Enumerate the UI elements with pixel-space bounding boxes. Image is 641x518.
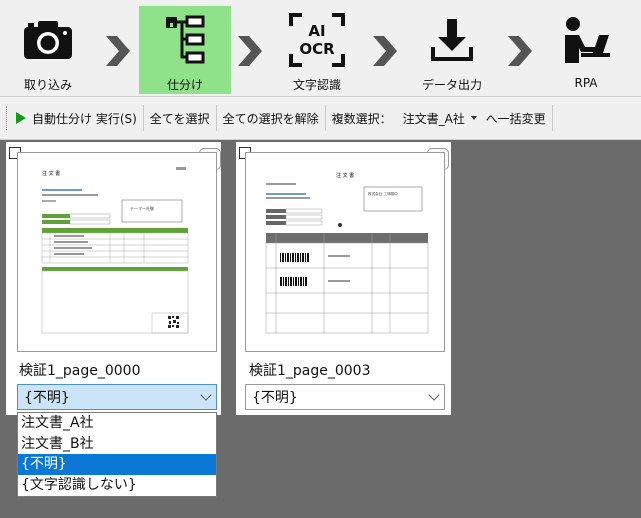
category-value: {不明}: [24, 390, 70, 406]
step-ocr[interactable]: AI OCR 文字認識: [271, 6, 363, 94]
thumb-company: 株式会社 工場御中: [368, 191, 398, 196]
ai-text: AI: [308, 21, 326, 40]
bulk-change-button[interactable]: へ一括変更: [486, 105, 552, 131]
chevron-right-icon: [373, 36, 397, 66]
person-laptop-icon: [556, 10, 616, 70]
select-all-label: 全てを選択: [149, 111, 210, 126]
ocr-text: OCR: [299, 39, 335, 58]
dropdown-option[interactable]: {不明}: [18, 454, 216, 476]
thumbnail-page: 注 文 書 株式会社 工場御中: [265, 172, 429, 334]
chevron-right-icon: [106, 36, 130, 66]
step-rpa[interactable]: RPA: [540, 6, 632, 94]
thumb-title: 注 文 書: [336, 172, 354, 179]
toolbar: 自動仕分け 実行(S) 全てを選択 全ての選択を解除 複数選択： 注文書_A社 …: [0, 97, 641, 140]
tree-sort-icon: [155, 10, 215, 70]
dropdown-option[interactable]: {文字認識しない}: [18, 475, 216, 496]
category-dropdown-list: 注文書_A社 注文書_B社 {不明} {文字認識しない}: [17, 412, 217, 497]
select-all-button[interactable]: 全てを選択: [144, 105, 216, 131]
document-card[interactable]: 注 文 書 テーマー社御 検証1_page_0000 {不明}: [6, 142, 221, 415]
chevron-down-icon: [428, 389, 440, 401]
step-import[interactable]: 取り込み: [2, 6, 94, 94]
document-thumbnail[interactable]: 注 文 書 株式会社 工場御中: [245, 152, 445, 352]
ai-ocr-icon: AI OCR: [287, 10, 347, 70]
document-filename: 検証1_page_0000: [19, 363, 141, 379]
camera-icon: [18, 10, 78, 70]
category-select[interactable]: {不明}: [17, 384, 217, 410]
step-label: 文字認識: [292, 78, 341, 92]
play-icon: [16, 112, 26, 124]
category-value: {不明}: [252, 390, 298, 406]
toolbar-separator: [551, 105, 553, 131]
document-filename: 検証1_page_0003: [249, 363, 371, 379]
deselect-all-label: 全ての選択を解除: [222, 111, 319, 126]
caret-down-icon: [470, 116, 477, 120]
document-thumbnail[interactable]: 注 文 書 テーマー社御: [17, 152, 217, 352]
download-icon: [422, 10, 482, 70]
step-label: データ出力: [421, 78, 482, 92]
bulk-target-value: 注文書_A社: [402, 111, 465, 126]
thumb-title: 注 文 書: [42, 170, 60, 177]
auto-sort-button[interactable]: 自動仕分け 実行(S): [10, 105, 143, 131]
chevron-down-icon: [200, 389, 212, 401]
chevron-right-icon: [238, 36, 262, 66]
step-data-output[interactable]: データ出力: [406, 6, 498, 94]
auto-sort-label: 自動仕分け 実行(S): [32, 111, 137, 126]
thumb-company: テーマー社御: [130, 205, 154, 211]
document-card[interactable]: 注 文 書 株式会社 工場御中 検証1_page_0003 {不明}: [236, 142, 451, 415]
step-label: RPA: [574, 76, 598, 90]
step-label: 仕分け: [166, 78, 203, 92]
bulk-target-select[interactable]: 注文書_A社: [397, 108, 482, 128]
dropdown-option[interactable]: 注文書_B社: [18, 434, 216, 455]
step-sort[interactable]: 仕分け: [139, 6, 231, 94]
step-label: 取り込み: [23, 78, 72, 92]
deselect-all-button[interactable]: 全ての選択を解除: [217, 105, 325, 131]
multi-select-label: 複数選択：: [331, 111, 392, 126]
dropdown-option[interactable]: 注文書_A社: [18, 413, 216, 434]
chevron-right-icon: [508, 36, 532, 66]
bulk-change-label: へ一括変更: [485, 111, 546, 126]
category-select[interactable]: {不明}: [245, 384, 445, 410]
thumbnail-page: 注 文 書 テーマー社御: [41, 167, 189, 334]
workflow-step-bar: 取り込み 仕分け AI OCR 文字認識 データ出力 RPA: [0, 0, 641, 97]
